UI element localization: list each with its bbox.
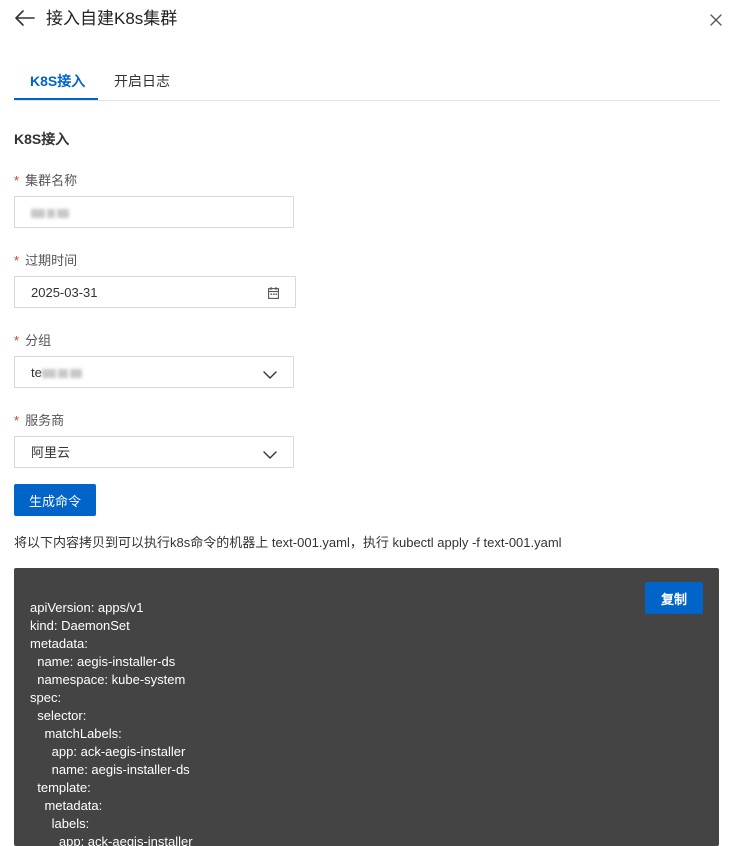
code-line: metadata: [30,798,103,813]
section-title: K8S接入 [14,131,70,147]
group-value-prefix: te [31,365,42,380]
code-line: app: ack-aegis-installer [30,834,193,846]
expiry-date-picker[interactable]: 2025-03-31 [14,276,296,308]
expiry-label: * 过期时间 [14,253,77,269]
code-line: apiVersion: apps/v1 [30,600,144,615]
code-line: namespace: kube-system [30,672,186,687]
tab-enable-log[interactable]: 开启日志 [114,72,170,90]
code-block: 复制 apiVersion: apps/v1 kind: DaemonSet m… [14,568,719,846]
tab-bar: K8S接入 开启日志 [14,64,720,101]
group-value: te [31,365,84,381]
calendar-icon[interactable] [268,286,279,299]
code-line: selector: [30,708,87,723]
cluster-name-input[interactable] [14,196,294,228]
provider-label: * 服务商 [14,413,64,429]
provider-label-text: 服务商 [25,413,65,428]
code-line: matchLabels: [30,726,122,741]
copy-button[interactable]: 复制 [645,582,703,614]
active-tab-indicator [14,98,98,100]
code-line: app: ack-aegis-installer [30,744,186,759]
cluster-name-value [31,205,71,221]
chevron-down-icon[interactable] [263,367,277,379]
group-label: * 分组 [14,333,51,349]
chevron-down-icon[interactable] [263,447,277,459]
required-mark: * [14,253,20,268]
page-title: 接入自建K8s集群 [46,9,178,28]
code-line: spec: [30,690,62,705]
expiry-date-value: 2025-03-31 [31,285,98,300]
code-lines: apiVersion: apps/v1 kind: DaemonSet meta… [30,599,193,846]
provider-value: 阿里云 [31,445,71,460]
required-mark: * [14,333,20,348]
cluster-name-label-text: 集群名称 [25,173,78,188]
code-line: kind: DaemonSet [30,618,130,633]
required-mark: * [14,413,20,428]
expiry-label-text: 过期时间 [25,253,78,268]
close-icon[interactable] [708,12,724,28]
code-line: labels: [30,816,90,831]
code-line: template: [30,780,91,795]
group-label-text: 分组 [25,333,52,348]
cluster-name-label: * 集群名称 [14,173,77,189]
code-line: name: aegis-installer-ds [30,654,176,669]
drawer-header: 接入自建K8s集群 [0,0,736,40]
group-select[interactable]: te [14,356,294,388]
code-line: metadata: [30,636,88,651]
provider-select[interactable]: 阿里云 [14,436,294,468]
required-mark: * [14,173,20,188]
instruction-text: 将以下内容拷贝到可以执行k8s命令的机器上 text-001.yaml，执行 k… [14,535,562,550]
generate-command-button[interactable]: 生成命令 [14,484,96,516]
code-line: name: aegis-installer-ds [30,762,190,777]
tab-k8s-access[interactable]: K8S接入 [30,72,85,90]
arrow-left-icon[interactable] [14,9,36,27]
